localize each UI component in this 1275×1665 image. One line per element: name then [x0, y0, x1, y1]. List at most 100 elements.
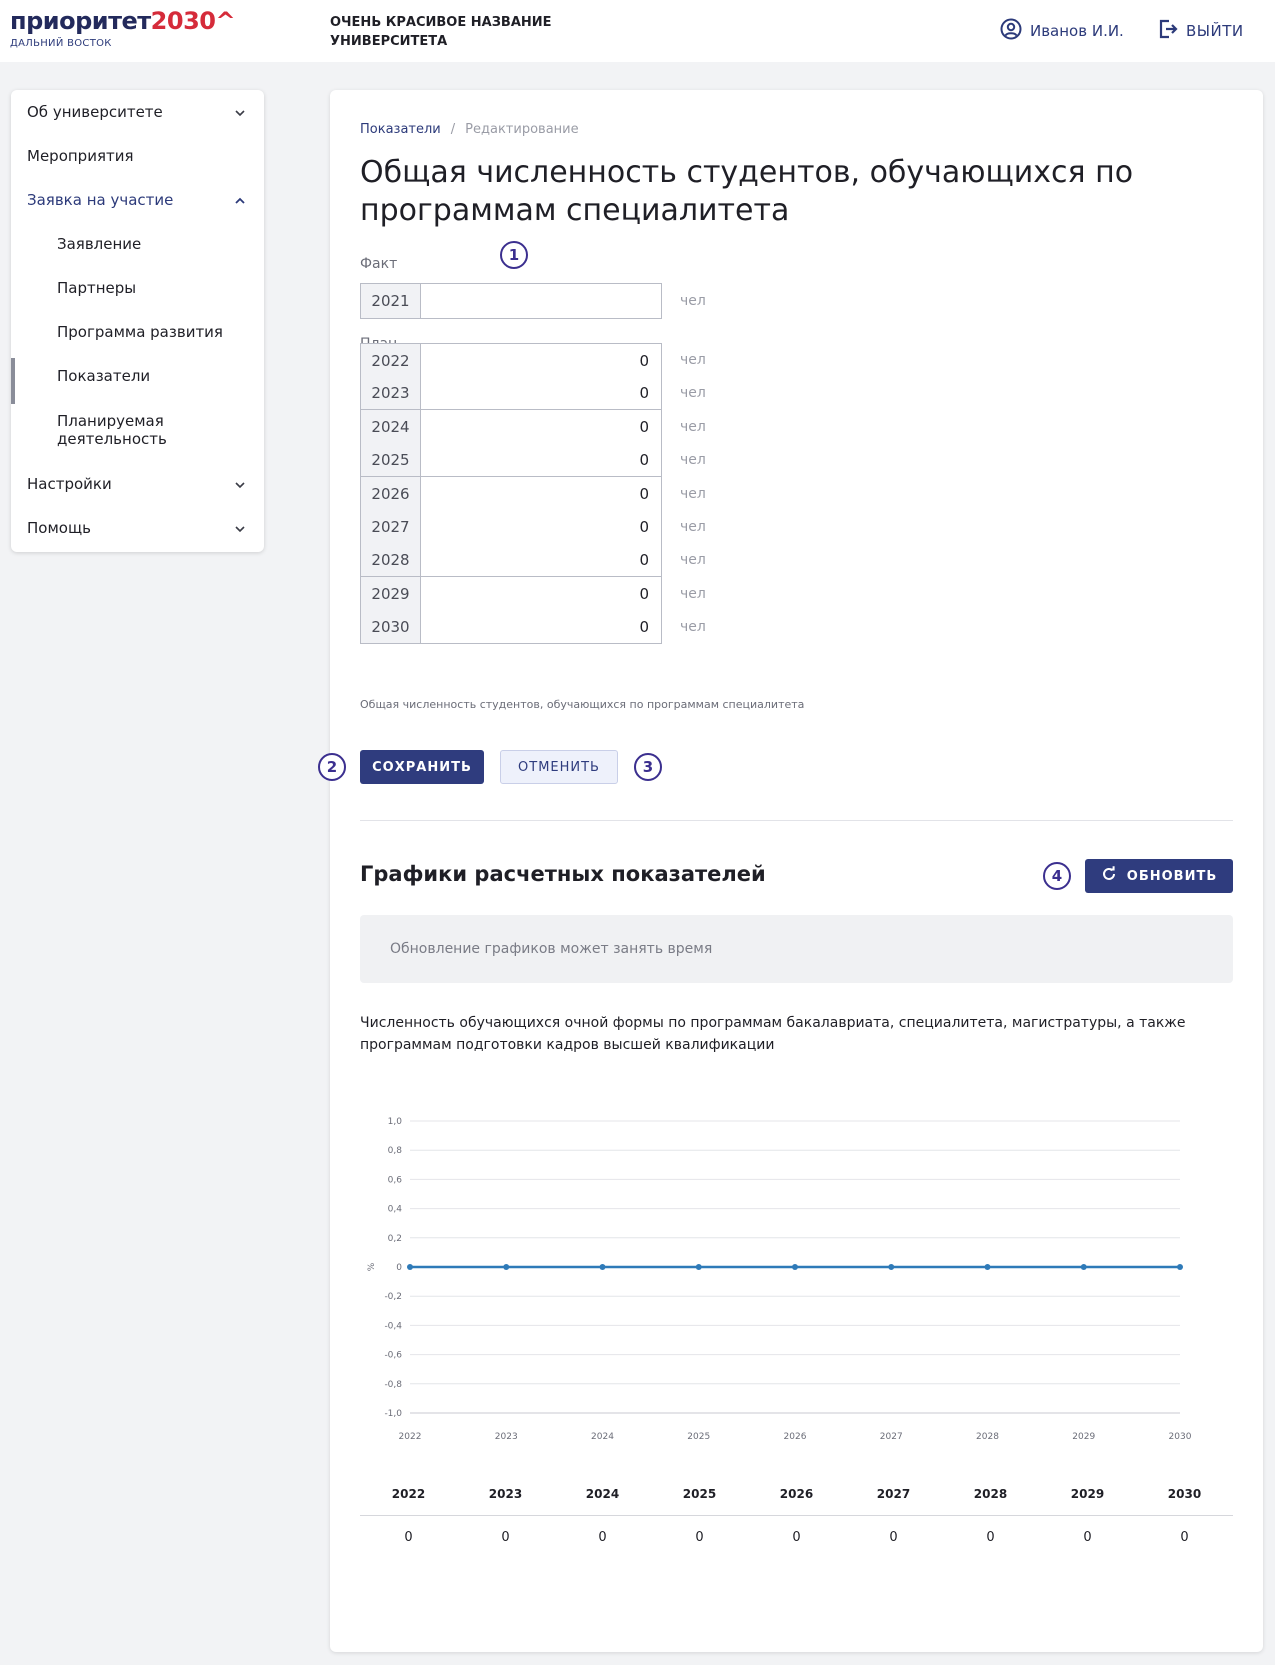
- table-cell: 0: [986, 1529, 995, 1545]
- user-menu[interactable]: Иванов И.И.: [1000, 18, 1124, 44]
- sidebar-item-label: Заявка на участие: [27, 191, 174, 209]
- year-label: 2024: [361, 410, 421, 443]
- fact-row: 2021: [360, 283, 662, 319]
- plan-value-input[interactable]: [421, 510, 661, 543]
- x-tick-label: 2029: [1072, 1432, 1095, 1442]
- plan-value-input[interactable]: [421, 344, 661, 377]
- breadcrumb-current: Редактирование: [465, 122, 579, 137]
- x-tick-label: 2024: [591, 1432, 614, 1442]
- logo-subtitle: ДАЛЬНИЙ ВОСТОК: [10, 38, 112, 49]
- plan-value-input[interactable]: [421, 443, 661, 476]
- callout-marker-2: 2: [318, 753, 346, 781]
- logo-wordmark: приоритет2030^: [10, 6, 236, 36]
- sidebar-item-partners[interactable]: Партнеры: [11, 266, 264, 310]
- fact-value-input[interactable]: [421, 284, 661, 318]
- table-cell: 0: [1180, 1529, 1189, 1545]
- divider: [360, 820, 1233, 821]
- data-point: [792, 1264, 798, 1270]
- logo[interactable]: приоритет2030^ ДАЛЬНИЙ ВОСТОК: [10, 6, 236, 49]
- sidebar-item-label: Программа развития: [57, 323, 223, 341]
- refresh-button[interactable]: ОБНОВИТЬ: [1085, 859, 1233, 893]
- y-tick-label: -0,6: [384, 1351, 402, 1361]
- year-label: 2021: [361, 284, 421, 318]
- sidebar-item-label: Настройки: [27, 475, 112, 493]
- y-tick-label: 0,8: [388, 1146, 403, 1156]
- cancel-button[interactable]: ОТМЕНИТЬ: [500, 750, 618, 784]
- chevron-down-icon: [234, 521, 246, 539]
- unit-label: чел: [680, 519, 706, 535]
- sidebar-item-indicators[interactable]: Показатели: [11, 354, 264, 398]
- plan-value-input[interactable]: [421, 577, 661, 610]
- sidebar-item-application[interactable]: Заявка на участие: [11, 178, 264, 222]
- sidebar-item-development-program[interactable]: Программа развития: [11, 310, 264, 354]
- y-tick-label: 0,6: [388, 1175, 403, 1185]
- sidebar-item-label: Показатели: [57, 367, 151, 385]
- sidebar-item-help[interactable]: Помощь: [11, 506, 264, 550]
- logout-button[interactable]: ВЫЙТИ: [1158, 18, 1244, 44]
- y-tick-label: 0,2: [388, 1234, 402, 1244]
- table-header-row: 2022 2023 2024 2025 2026 2027 2028 2029 2030: [360, 1479, 1233, 1509]
- year-label: 2023: [361, 376, 421, 409]
- page-title: Общая численность студентов, обучающихся…: [360, 155, 1134, 228]
- x-tick-label: 2025: [687, 1432, 710, 1442]
- chart-caption: Численность обучающихся очной формы по п…: [360, 1015, 1186, 1053]
- x-tick-label: 2030: [1169, 1432, 1192, 1442]
- plan-row: 2027: [360, 510, 662, 544]
- plan-value-input[interactable]: [421, 477, 661, 510]
- unit-label: чел: [680, 385, 706, 401]
- top-header: приоритет2030^ ДАЛЬНИЙ ВОСТОК ОЧЕНЬ КРАС…: [0, 0, 1275, 62]
- plan-value-input[interactable]: [421, 543, 661, 576]
- table-header-cell: 2023: [488, 1487, 523, 1501]
- unit-label: чел: [680, 352, 706, 368]
- unit-label: чел: [680, 586, 706, 602]
- chevron-down-icon: [234, 477, 246, 495]
- chevron-up-icon: [234, 193, 246, 211]
- unit-label: чел: [680, 452, 706, 468]
- chevron-down-icon: [234, 105, 246, 123]
- y-tick-label: 0,4: [388, 1205, 403, 1215]
- table-header-cell: 2025: [682, 1487, 717, 1501]
- callout-marker-3: 3: [634, 753, 662, 781]
- unit-label: чел: [680, 419, 706, 435]
- callout-marker-4: 4: [1043, 862, 1071, 890]
- breadcrumb-link[interactable]: Показатели: [360, 122, 441, 137]
- sidebar-item-about[interactable]: Об университете: [11, 90, 264, 134]
- table-cell: 0: [792, 1529, 801, 1545]
- plan-value-input[interactable]: [421, 610, 661, 643]
- logo-text: приоритет: [10, 7, 151, 35]
- year-label: 2026: [361, 477, 421, 510]
- user-name: Иванов И.И.: [1030, 22, 1124, 40]
- table-header-cell: 2030: [1167, 1487, 1202, 1501]
- breadcrumb-separator: /: [450, 122, 456, 137]
- x-tick-label: 2027: [880, 1432, 903, 1442]
- sidebar-item-events[interactable]: Мероприятия: [11, 134, 264, 178]
- sidebar-item-planned-activity[interactable]: Планируемая деятельность: [11, 408, 231, 452]
- unit-label: чел: [680, 293, 706, 309]
- main-card: Показатели / Редактирование Общая числен…: [318, 90, 1263, 1652]
- table-cell: 0: [695, 1529, 704, 1545]
- unit-label: чел: [680, 486, 706, 502]
- data-point: [1080, 1264, 1087, 1270]
- y-tick-label: -0,8: [384, 1380, 402, 1390]
- user-icon: [1000, 18, 1022, 44]
- field-hint: Общая численность студентов, обучающихся…: [360, 698, 805, 711]
- plan-value-input[interactable]: [421, 376, 661, 409]
- y-tick-label: -0,4: [384, 1321, 402, 1331]
- sidebar-item-settings[interactable]: Настройки: [11, 462, 264, 506]
- plan-row: 2024: [360, 410, 662, 444]
- sidebar-item-label: Мероприятия: [27, 147, 134, 165]
- unit-label: чел: [680, 619, 706, 635]
- logout-icon: [1158, 18, 1178, 44]
- fact-label: Факт: [360, 256, 398, 272]
- logout-label: ВЫЙТИ: [1186, 22, 1244, 40]
- plan-row: 2028: [360, 543, 662, 577]
- sidebar-item-statement[interactable]: Заявление: [11, 222, 264, 266]
- x-tick-label: 2022: [399, 1432, 422, 1442]
- year-label: 2029: [361, 577, 421, 610]
- table-divider: [360, 1515, 1233, 1516]
- plan-value-input[interactable]: [421, 410, 661, 443]
- charts-section-title: Графики расчетных показателей: [360, 862, 766, 886]
- table-cell: 0: [404, 1529, 413, 1545]
- save-button[interactable]: СОХРАНИТЬ: [360, 750, 484, 784]
- plan-row: 2025: [360, 443, 662, 477]
